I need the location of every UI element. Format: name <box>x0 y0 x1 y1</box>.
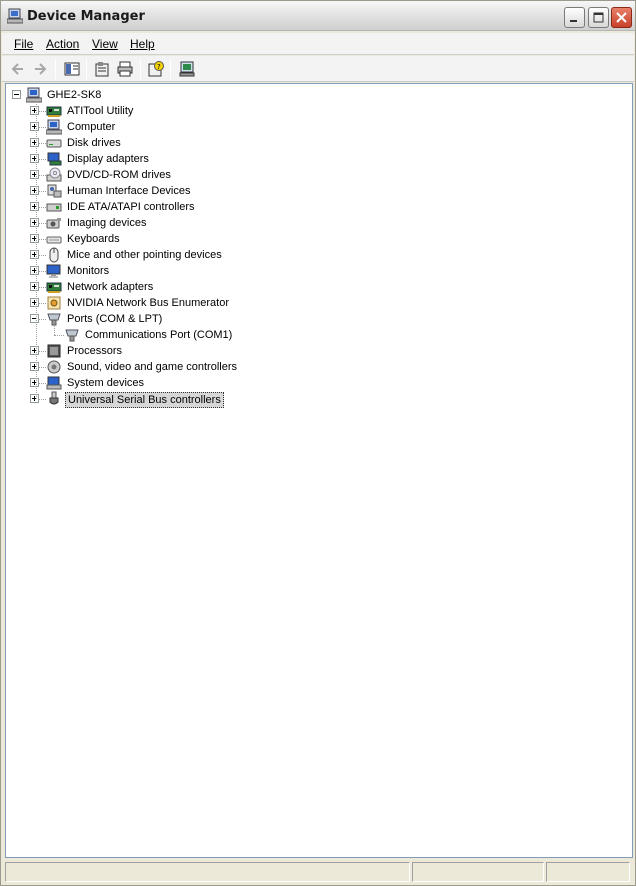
close-icon <box>616 12 627 23</box>
close-button[interactable] <box>611 7 632 28</box>
sound-icon <box>46 359 62 375</box>
tree-item-label[interactable]: Processors <box>65 344 124 358</box>
tree-item-label[interactable]: Ports (COM & LPT) <box>65 312 164 326</box>
forward-button[interactable] <box>30 59 50 79</box>
ide-controller-icon <box>46 199 62 215</box>
minimize-button[interactable] <box>564 7 585 28</box>
tree-item-label[interactable]: Human Interface Devices <box>65 184 193 198</box>
status-pane-main <box>5 862 410 882</box>
network-card-icon <box>46 279 62 295</box>
scan-hardware-button[interactable] <box>177 59 197 79</box>
processor-icon <box>46 343 62 359</box>
tree-connector <box>36 101 37 399</box>
status-bar <box>2 859 634 885</box>
tree-item-label[interactable]: Sound, video and game controllers <box>65 360 239 374</box>
mouse-icon <box>46 247 62 263</box>
title-bar[interactable]: Device Manager <box>1 1 635 31</box>
disk-drive-icon <box>46 135 62 151</box>
bus-enumerator-icon <box>46 295 62 311</box>
monitor-icon <box>46 263 62 279</box>
network-card-icon <box>46 103 62 119</box>
tree-item-label[interactable]: GHE2-SK8 <box>45 88 103 102</box>
console-tree-icon <box>64 62 80 76</box>
menu-action[interactable]: Action <box>46 37 79 51</box>
computer-icon <box>45 119 63 135</box>
tree-item-label[interactable]: Display adapters <box>65 152 151 166</box>
device-manager-window: Device Manager File Action View Help ? G… <box>0 0 636 886</box>
toolbar-separator <box>170 59 171 79</box>
tree-item-label[interactable]: Communications Port (COM1) <box>83 328 234 342</box>
device-manager-icon <box>6 8 24 24</box>
printer-icon <box>117 61 133 77</box>
camera-icon <box>46 215 62 231</box>
status-pane-3 <box>546 862 630 882</box>
menu-help[interactable]: Help <box>130 37 155 51</box>
tree-item-label[interactable]: Computer <box>65 120 117 134</box>
maximize-icon <box>593 12 604 23</box>
tree-item-label[interactable]: Imaging devices <box>65 216 149 230</box>
hid-icon <box>46 183 62 199</box>
menu-bar: File Action View Help <box>2 33 634 55</box>
tree-item-label[interactable]: IDE ATA/ATAPI controllers <box>65 200 197 214</box>
cdrom-icon <box>46 167 62 183</box>
properties-icon <box>95 62 109 77</box>
minimize-icon <box>570 20 577 22</box>
help-icon: ? <box>148 61 164 77</box>
tree-item-label[interactable]: NVIDIA Network Bus Enumerator <box>65 296 231 310</box>
tree-item-label[interactable]: Monitors <box>65 264 111 278</box>
arrow-left-icon <box>11 63 23 75</box>
tree-item-label[interactable]: Universal Serial Bus controllers <box>65 392 224 408</box>
maximize-button[interactable] <box>588 7 609 28</box>
tree-item-label[interactable]: Keyboards <box>65 232 122 246</box>
port-icon <box>64 327 80 343</box>
tree-item-label[interactable]: DVD/CD-ROM drives <box>65 168 173 182</box>
computer-icon <box>25 87 43 103</box>
status-pane-2 <box>412 862 544 882</box>
menu-file[interactable]: File <box>14 37 33 51</box>
tree-item-label[interactable]: Mice and other pointing devices <box>65 248 224 262</box>
window-title: Device Manager <box>27 9 145 24</box>
toolbar-separator <box>86 59 87 79</box>
usb-icon <box>46 391 62 407</box>
scan-hardware-icon <box>179 61 195 77</box>
toolbar-separator <box>55 59 56 79</box>
device-tree[interactable]: GHE2-SK8 ATITool Utility Computer Disk driv… <box>5 83 633 858</box>
arrow-right-icon <box>35 63 47 75</box>
svg-text:?: ? <box>157 63 161 71</box>
tree-item-label[interactable]: Network adapters <box>65 280 155 294</box>
tree-item-label[interactable]: Disk drives <box>65 136 123 150</box>
properties-button[interactable] <box>92 59 112 79</box>
back-button[interactable] <box>8 59 28 79</box>
help-button[interactable]: ? <box>146 59 166 79</box>
console-tree-button[interactable] <box>62 59 82 79</box>
print-button[interactable] <box>115 59 135 79</box>
tree-item-label[interactable]: ATITool Utility <box>65 104 135 118</box>
keyboard-icon <box>46 231 62 247</box>
toolbar-separator <box>140 59 141 79</box>
menu-view[interactable]: View <box>92 37 118 51</box>
toolbar: ? <box>2 56 634 82</box>
display-adapter-icon <box>46 151 62 167</box>
system-device-icon <box>46 375 62 391</box>
tree-item-label[interactable]: System devices <box>65 376 146 390</box>
